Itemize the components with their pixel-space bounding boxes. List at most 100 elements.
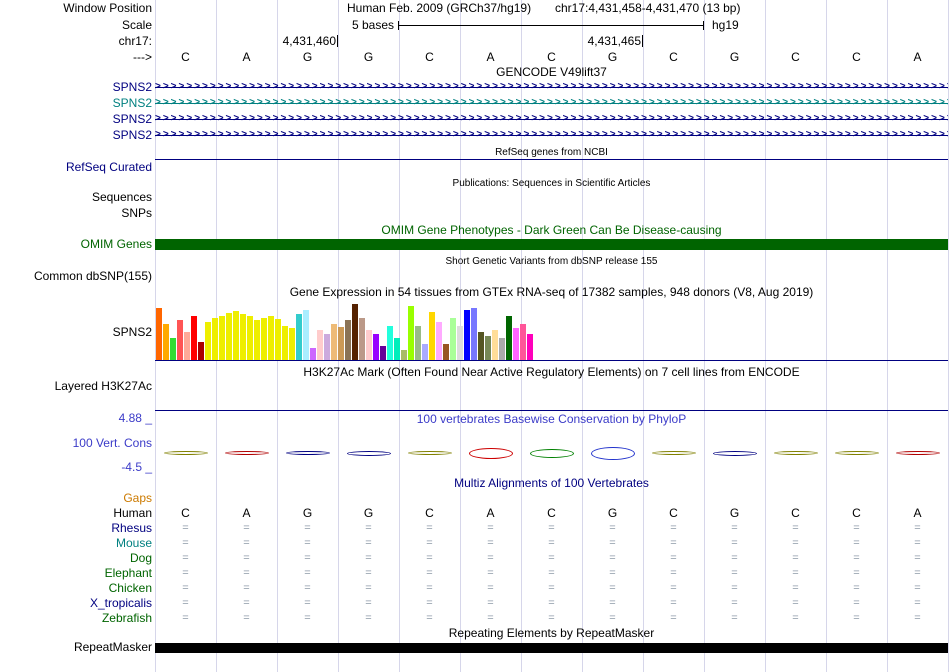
- gtex-tissue-bar[interactable]: [268, 316, 274, 360]
- gtex-tissue-bar[interactable]: [282, 326, 288, 360]
- gtex-tissue-bar[interactable]: [485, 336, 491, 360]
- conservation-glyph[interactable]: [895, 451, 940, 455]
- conservation-glyph[interactable]: [834, 451, 879, 455]
- alignment-gap-glyph: =: [365, 567, 372, 579]
- ruler-base: G: [607, 50, 618, 64]
- gtex-tissue-bar[interactable]: [170, 338, 176, 360]
- gencode-transcript-row[interactable]: >>>>>>>>>>>>>>>>>>>>>>>>>>>>>>>>>>>>>>>>…: [155, 129, 948, 142]
- gtex-tissue-bar[interactable]: [499, 338, 505, 360]
- gtex-tissue-bar[interactable]: [163, 324, 169, 360]
- refseq-center-title[interactable]: RefSeq genes from NCBI: [155, 146, 948, 159]
- conservation-glyph[interactable]: [285, 451, 330, 455]
- gtex-tissue-bar[interactable]: [513, 328, 519, 360]
- gtex-tissue-bar[interactable]: [331, 324, 337, 360]
- gtex-tissue-bar[interactable]: [317, 330, 323, 360]
- gtex-tissue-bar[interactable]: [492, 330, 498, 360]
- gtex-tissue-bar[interactable]: [310, 348, 316, 360]
- publications-center-title[interactable]: Publications: Sequences in Scientific Ar…: [155, 177, 948, 190]
- gtex-tissue-bar[interactable]: [373, 334, 379, 360]
- gtex-tissue-bar[interactable]: [394, 338, 400, 360]
- gtex-tissue-bar[interactable]: [415, 326, 421, 360]
- dbsnp-center-title[interactable]: Short Genetic Variants from dbSNP releas…: [155, 255, 948, 268]
- alignment-gap-glyph: =: [243, 597, 250, 609]
- gtex-tissue-bar[interactable]: [184, 332, 190, 360]
- gtex-tissue-bar[interactable]: [429, 312, 435, 360]
- gtex-tissue-bar[interactable]: [247, 316, 253, 360]
- gencode-transcript-row[interactable]: >>>>>>>>>>>>>>>>>>>>>>>>>>>>>>>>>>>>>>>>…: [155, 113, 948, 126]
- h3k27ac-center-title[interactable]: H3K27Ac Mark (Often Found Near Active Re…: [155, 366, 948, 379]
- repeatmasker-bar[interactable]: [155, 643, 948, 653]
- omim-center-title[interactable]: OMIM Gene Phenotypes - Dark Green Can Be…: [155, 224, 948, 237]
- gtex-tissue-bar[interactable]: [345, 320, 351, 360]
- gtex-tissue-bar[interactable]: [408, 306, 414, 360]
- gtex-tissue-bar[interactable]: [450, 318, 456, 360]
- conservation-glyph[interactable]: [590, 446, 635, 460]
- multiz-row-mouse[interactable]: = = = = = = = = = = = = =: [155, 537, 948, 550]
- conservation-glyph[interactable]: [468, 447, 513, 459]
- gtex-tissue-bar[interactable]: [380, 346, 386, 360]
- gencode-transcript-row[interactable]: >>>>>>>>>>>>>>>>>>>>>>>>>>>>>>>>>>>>>>>>…: [155, 97, 948, 110]
- multiz-row-dog[interactable]: = = = = = = = = = = = = =: [155, 552, 948, 565]
- multiz-row-x_tropicalis[interactable]: = = = = = = = = = = = = =: [155, 597, 948, 610]
- gtex-tissue-bar[interactable]: [156, 308, 162, 360]
- repeatmasker-center-title[interactable]: Repeating Elements by RepeatMasker: [155, 627, 948, 640]
- gtex-tissue-bar[interactable]: [324, 334, 330, 360]
- gtex-tissue-bar[interactable]: [401, 350, 407, 360]
- gtex-tissue-bar[interactable]: [205, 322, 211, 360]
- gtex-tissue-bar[interactable]: [254, 320, 260, 360]
- multiz-row-elephant[interactable]: = = = = = = = = = = = = =: [155, 567, 948, 580]
- gtex-tissue-bar[interactable]: [296, 314, 302, 360]
- gtex-tissue-bar[interactable]: [261, 318, 267, 360]
- gtex-tissue-bar[interactable]: [275, 319, 281, 360]
- gencode-transcript-row[interactable]: >>>>>>>>>>>>>>>>>>>>>>>>>>>>>>>>>>>>>>>>…: [155, 81, 948, 94]
- gtex-tissue-bar[interactable]: [303, 310, 309, 360]
- omim-bar[interactable]: [155, 239, 948, 250]
- gtex-tissue-bar[interactable]: [436, 322, 442, 360]
- gtex-barchart[interactable]: [155, 300, 948, 360]
- gtex-tissue-bar[interactable]: [527, 334, 533, 360]
- multiz-row-human[interactable]: CAGGCACGCGCCA: [155, 507, 948, 520]
- multiz-row-zebrafish[interactable]: = = = = = = = = = = = = =: [155, 612, 948, 625]
- gencode-title[interactable]: GENCODE V49lift37: [155, 66, 948, 79]
- gtex-tissue-bar[interactable]: [359, 318, 365, 360]
- aligned-base: G: [729, 506, 740, 520]
- alignment-gap-glyph: =: [914, 522, 921, 534]
- ruler-base: C: [547, 50, 556, 64]
- conservation-glyph[interactable]: [651, 451, 696, 455]
- gtex-tissue-bar[interactable]: [352, 304, 358, 360]
- conservation-glyph[interactable]: [712, 450, 757, 456]
- multiz-row-rhesus[interactable]: = = = = = = = = = = = = =: [155, 522, 948, 535]
- conservation-glyph[interactable]: [773, 451, 818, 455]
- gtex-tissue-bar[interactable]: [471, 308, 477, 360]
- gtex-center-title[interactable]: Gene Expression in 54 tissues from GTEx …: [155, 286, 948, 299]
- gtex-tissue-bar[interactable]: [226, 313, 232, 360]
- alignment-gap-glyph: =: [731, 582, 738, 594]
- gtex-tissue-bar[interactable]: [177, 320, 183, 360]
- conservation-glyph[interactable]: [346, 450, 391, 456]
- gtex-tissue-bar[interactable]: [478, 332, 484, 360]
- conservation-glyph[interactable]: [529, 448, 574, 458]
- gtex-tissue-bar[interactable]: [366, 330, 372, 360]
- gtex-tissue-bar[interactable]: [212, 318, 218, 360]
- gtex-tissue-bar[interactable]: [233, 311, 239, 360]
- aligned-base: C: [181, 506, 190, 520]
- gtex-tissue-bar[interactable]: [387, 326, 393, 360]
- gtex-tissue-bar[interactable]: [443, 344, 449, 360]
- multiz-row-chicken[interactable]: = = = = = = = = = = = = =: [155, 582, 948, 595]
- gtex-tissue-bar[interactable]: [520, 324, 526, 360]
- conservation-glyph[interactable]: [407, 451, 452, 455]
- gtex-tissue-bar[interactable]: [289, 328, 295, 360]
- conservation-glyph[interactable]: [163, 451, 208, 455]
- gtex-tissue-bar[interactable]: [240, 314, 246, 360]
- multiz-center-title[interactable]: Multiz Alignments of 100 Vertebrates: [155, 477, 948, 490]
- gtex-tissue-bar[interactable]: [191, 316, 197, 360]
- gtex-tissue-bar[interactable]: [457, 326, 463, 360]
- conservation-glyph[interactable]: [224, 451, 269, 455]
- gtex-tissue-bar[interactable]: [338, 327, 344, 360]
- phylop-center-title[interactable]: 100 vertebrates Basewise Conservation by…: [155, 413, 948, 426]
- gtex-tissue-bar[interactable]: [464, 310, 470, 360]
- gtex-tissue-bar[interactable]: [506, 316, 512, 360]
- gtex-tissue-bar[interactable]: [219, 316, 225, 360]
- gtex-tissue-bar[interactable]: [422, 344, 428, 360]
- gtex-tissue-bar[interactable]: [198, 342, 204, 360]
